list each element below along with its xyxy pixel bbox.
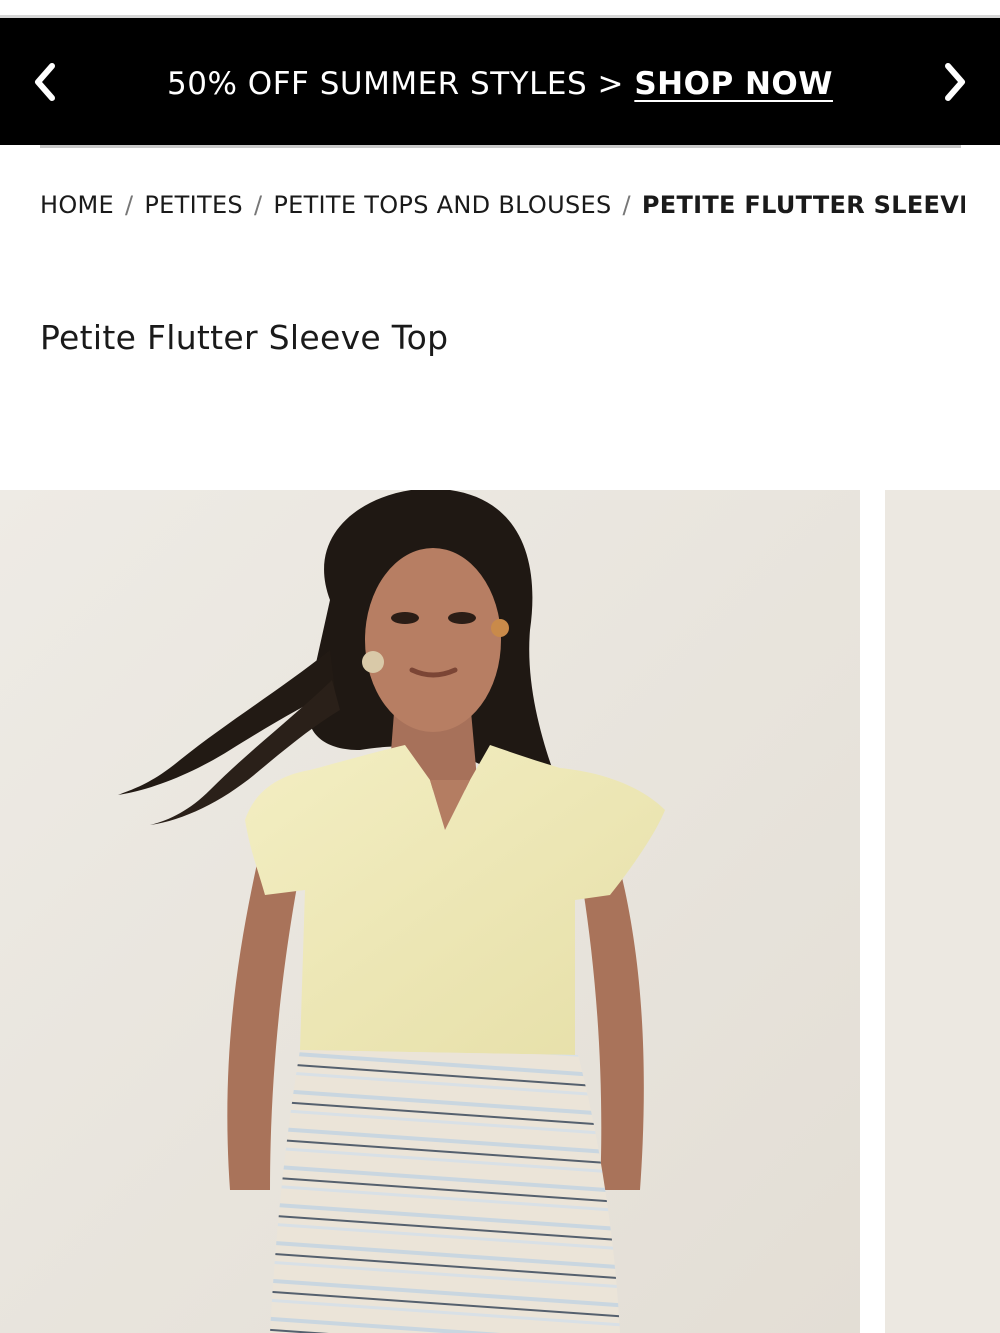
breadcrumb-current: PETITE FLUTTER SLEEVE T...	[641, 191, 965, 219]
header-divider	[40, 145, 961, 148]
breadcrumb-separator: /	[253, 191, 263, 219]
product-image[interactable]	[0, 490, 860, 1333]
breadcrumb-separator: /	[622, 191, 631, 219]
next-product-image[interactable]	[885, 490, 1000, 1333]
promo-text: 50% OFF SUMMER STYLES >	[167, 65, 635, 102]
chevron-right-icon	[945, 62, 965, 101]
model-photo	[0, 490, 860, 1333]
product-gallery[interactable]	[0, 490, 1000, 1333]
product-page: 50% OFF SUMMER STYLES > SHOP NOW HOME / PE…	[0, 0, 1000, 1333]
breadcrumb-home[interactable]: HOME	[40, 191, 114, 219]
breadcrumb-petites[interactable]: PETITES	[144, 191, 243, 219]
promo-banner: 50% OFF SUMMER STYLES > SHOP NOW	[0, 18, 1000, 145]
shop-now-link[interactable]: SHOP NOW	[634, 66, 833, 102]
breadcrumb-separator: /	[125, 191, 134, 219]
breadcrumb: HOME / PETITES / PETITE TOPS AND BLOUSES / PET…	[40, 190, 965, 220]
chevron-left-icon	[35, 62, 55, 101]
promo-message: 50% OFF SUMMER STYLES > SHOP NOW	[167, 66, 833, 102]
product-title: Petite Flutter Sleeve Top	[40, 318, 449, 357]
promo-next-button[interactable]	[910, 18, 1000, 145]
breadcrumb-petite-tops[interactable]: PETITE TOPS AND BLOUSES	[273, 191, 611, 219]
promo-prev-button[interactable]	[0, 18, 90, 145]
